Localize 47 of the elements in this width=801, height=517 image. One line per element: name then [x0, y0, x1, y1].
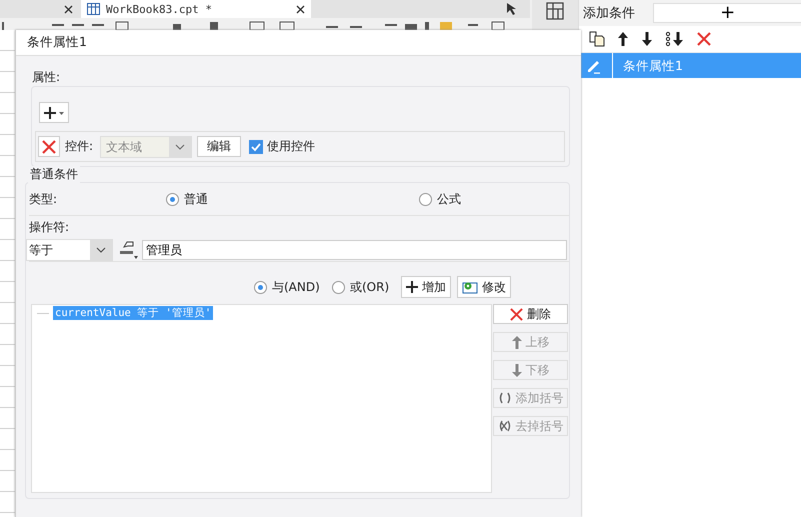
radio-label: 与(AND)	[272, 278, 320, 296]
arrow-up-icon	[512, 336, 522, 348]
type-label: 类型:	[29, 190, 58, 208]
arrow-down-icon[interactable]	[641, 31, 653, 47]
checkbox-label: 使用控件	[267, 138, 316, 155]
radio-label: 普通	[184, 190, 208, 208]
field-label: 控件:	[65, 138, 94, 155]
delete-icon[interactable]	[697, 32, 711, 46]
close-icon[interactable]	[64, 4, 73, 14]
radio-button[interactable]	[254, 280, 267, 294]
radio-label: 公式	[437, 190, 461, 208]
checkbox[interactable]	[249, 140, 264, 154]
edit-button[interactable]: 编辑	[197, 136, 242, 157]
value-field[interactable]: 管理员	[142, 240, 567, 260]
move-bottom-icon[interactable]	[665, 31, 685, 47]
radio-label: 或(OR)	[350, 278, 390, 296]
radio-button[interactable]	[332, 280, 345, 294]
tab-title: WorkBook83.cpt *	[106, 2, 213, 16]
add-condition-button[interactable]: +	[653, 3, 801, 23]
delete-button[interactable]: 删除	[493, 304, 568, 324]
panel-title: 添加条件	[582, 5, 636, 22]
plus-icon	[406, 281, 418, 293]
copy-icon[interactable]	[589, 31, 605, 47]
chevron-icon	[96, 247, 106, 253]
arrow-down-icon	[512, 364, 522, 376]
text-type-icon[interactable]	[118, 240, 138, 260]
modify-button[interactable]: 修改	[457, 276, 511, 298]
parentheses-icon	[498, 392, 512, 404]
remove-parentheses-icon	[498, 420, 512, 432]
dialog-title: 条件属性1	[27, 34, 87, 51]
close-icon[interactable]	[296, 4, 305, 14]
chevron-icon	[175, 144, 186, 150]
radio-button[interactable]	[166, 192, 179, 206]
delete-icon	[510, 308, 523, 320]
item-label: 条件属性1	[612, 53, 683, 78]
sheet-icon	[87, 3, 100, 15]
remove-button[interactable]	[38, 136, 60, 157]
operator-label: 操作符:	[29, 219, 70, 236]
file-tab[interactable]: WorkBook83.cpt *	[81, 0, 311, 18]
group-legend: 普通条件	[28, 166, 80, 183]
add-property-button[interactable]	[39, 102, 69, 123]
grid-icon[interactable]	[546, 2, 564, 20]
arrow-up-icon[interactable]	[617, 31, 629, 47]
cursor-icon[interactable]	[506, 2, 518, 16]
add-button[interactable]: 增加	[401, 276, 451, 298]
operator-select[interactable]: 等于	[26, 239, 113, 261]
radio-button[interactable]	[419, 192, 432, 206]
